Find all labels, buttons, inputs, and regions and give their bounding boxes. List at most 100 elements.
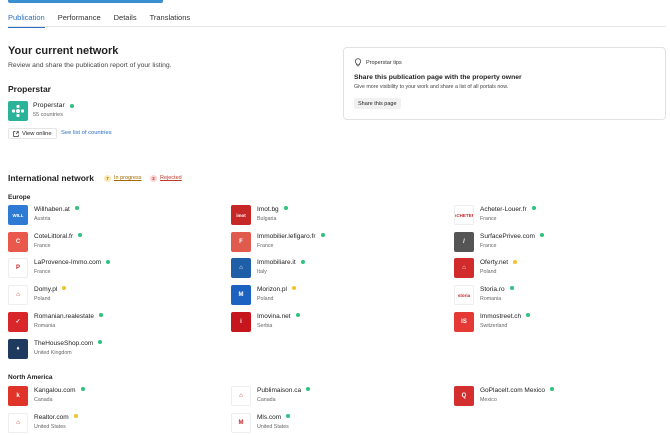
portal-logo: Q (454, 386, 474, 406)
region-north-america-heading: North America (8, 374, 53, 381)
portal-logo: ⌂ (231, 386, 251, 406)
region-europe-heading: Europe (8, 194, 31, 201)
portal-country: Italy (257, 269, 267, 276)
portal-item[interactable]: i Imovina.net Serbia (231, 311, 431, 334)
portal-country: France (257, 242, 274, 249)
portal-item[interactable]: imot Imot.bg Bulgaria (231, 205, 431, 227)
portal-status-dot (295, 313, 300, 318)
tips-label: Properstar tips (366, 59, 402, 66)
portal-country: Poland (480, 269, 497, 276)
portal-logo: ⌂ (8, 413, 28, 433)
portal-country: United Kingdom (34, 349, 72, 356)
see-list-of-countries-link[interactable]: See list of countries (61, 130, 112, 136)
portal-name: Kangalou.com (34, 387, 85, 394)
portal-name: Immobilier.lefigaro.fr (257, 233, 325, 240)
portal-name: CoteLittoral.fr (34, 232, 83, 240)
properstar-tips-card: Properstar tips Share this publication p… (343, 47, 666, 120)
portal-country: Poland (257, 296, 274, 303)
portal-name-text: Imovina.net (257, 312, 291, 320)
properstar-name: Properstar (33, 102, 65, 109)
external-link-icon (13, 130, 19, 137)
portal-name: Immostreet.ch (480, 313, 531, 320)
properstar-logo (8, 101, 28, 121)
lightbulb-icon (354, 58, 362, 67)
portal-name-text: GoPlaceIt.com Mexico (480, 387, 546, 394)
portal-name-text: LaProvence-Immo.com (34, 259, 102, 267)
portal-status-dot (291, 286, 296, 291)
portal-logo: WILL (8, 205, 28, 225)
portal-country: Canada (34, 397, 53, 403)
portal-logo: / (454, 231, 474, 252)
portal-name: GoPlaceIt.com Mexico (480, 387, 555, 394)
portal-status-dot (526, 313, 531, 318)
tabs-divider (8, 26, 666, 27)
portal-item[interactable]: ACHETER Acheter-Louer.fr France (454, 205, 654, 227)
portal-item[interactable]: M Morizon.pl Poland (231, 285, 431, 307)
portal-logo: i (231, 311, 251, 332)
properstar-heading: Properstar (8, 84, 51, 94)
portal-logo: IS (454, 311, 474, 332)
portal-name-text: Mls.com (257, 414, 282, 421)
portal-name: Oferty.net (480, 259, 518, 266)
portal-name: Immobiliare.it (257, 259, 305, 266)
portal-item[interactable]: Q GoPlaceIt.com Mexico Mexico (454, 386, 654, 408)
portal-item[interactable]: C CoteLittoral.fr France (8, 231, 208, 254)
share-page-button[interactable]: Share this page (354, 98, 401, 109)
portal-country: Romania (480, 296, 502, 303)
portal-name-text: TheHouseShop.com (34, 339, 94, 347)
portal-country: Bulgaria (257, 216, 277, 222)
portal-item[interactable]: / SurfacePrivee.com France (454, 231, 654, 254)
portal-item[interactable]: ⌂ Immobiliare.it Italy (231, 258, 431, 280)
portal-name-text: Publimaison.ca (257, 387, 302, 394)
portal-name-text: Romanian.realestate (34, 312, 94, 320)
portal-item[interactable]: ♦ TheHouseShop.com United Kingdom (8, 338, 208, 361)
portal-item[interactable]: ⌂ Publimaison.ca Canada (231, 386, 431, 408)
portal-country: Mexico (480, 397, 497, 403)
portal-item[interactable]: ✓ Romanian.realestate Romania (8, 311, 208, 334)
portal-logo: ⌂ (8, 285, 28, 306)
portal-item[interactable]: ⌂ Domy.pl Poland (8, 285, 208, 307)
portal-status-dot (513, 259, 518, 264)
view-online-button[interactable]: View online (8, 128, 57, 139)
in-progress-filter-link[interactable]: In progress (114, 175, 142, 181)
portal-item[interactable]: WILL Willhaben.at Austria (8, 205, 208, 227)
portal-country: Poland (34, 296, 51, 303)
portal-item[interactable]: F Immobilier.lefigaro.fr France (231, 231, 431, 254)
portal-status-dot (78, 232, 83, 237)
portal-status-dot (306, 387, 311, 392)
portal-item[interactable]: P LaProvence-Immo.com France (8, 258, 208, 280)
portal-logo: ♦ (8, 338, 28, 359)
portal-status-dot (80, 387, 85, 392)
portal-item[interactable]: k Kangalou.com Canada (8, 386, 208, 408)
portal-name-text: Immobiliare.it (257, 259, 296, 267)
view-online-label: View online (22, 130, 52, 137)
portal-name: Morizon.pl (257, 286, 296, 293)
portal-item[interactable]: storia Storia.ro Romania (454, 285, 654, 307)
portal-name-text: Willhaben.at (34, 206, 70, 213)
portal-country: Austria (34, 216, 51, 222)
portal-country: Switzerland (480, 322, 508, 329)
portal-country: France (34, 269, 51, 276)
portal-country: France (480, 216, 497, 222)
portal-status-dot (300, 259, 305, 264)
portal-logo: P (8, 258, 28, 279)
portal-status-dot (286, 414, 291, 419)
portal-item[interactable]: M Mls.com United States (231, 413, 431, 435)
portal-name-text: Storia.ro (480, 286, 505, 294)
portal-name-text: Realtor.com (34, 414, 69, 421)
portal-country: Serbia (257, 322, 273, 329)
portal-name: Imot.bg (257, 206, 288, 213)
international-network-title: International network (8, 173, 94, 183)
portal-item[interactable]: ⌂ Realtor.com United States (8, 413, 208, 435)
portal-status-dot (106, 259, 111, 264)
portal-status-dot (62, 286, 67, 291)
rejected-filter-link[interactable]: Rejected (160, 175, 182, 181)
portal-item[interactable]: IS Immostreet.ch Switzerland (454, 311, 654, 334)
portal-name: Imovina.net (257, 313, 300, 320)
portal-status-dot (531, 206, 536, 211)
portal-name-text: Imot.bg (257, 206, 279, 213)
portal-item[interactable]: ⌂ Oferty.net Poland (454, 258, 654, 280)
portal-country: United States (34, 424, 66, 430)
portal-status-dot (509, 286, 514, 291)
portal-logo: C (8, 231, 28, 252)
